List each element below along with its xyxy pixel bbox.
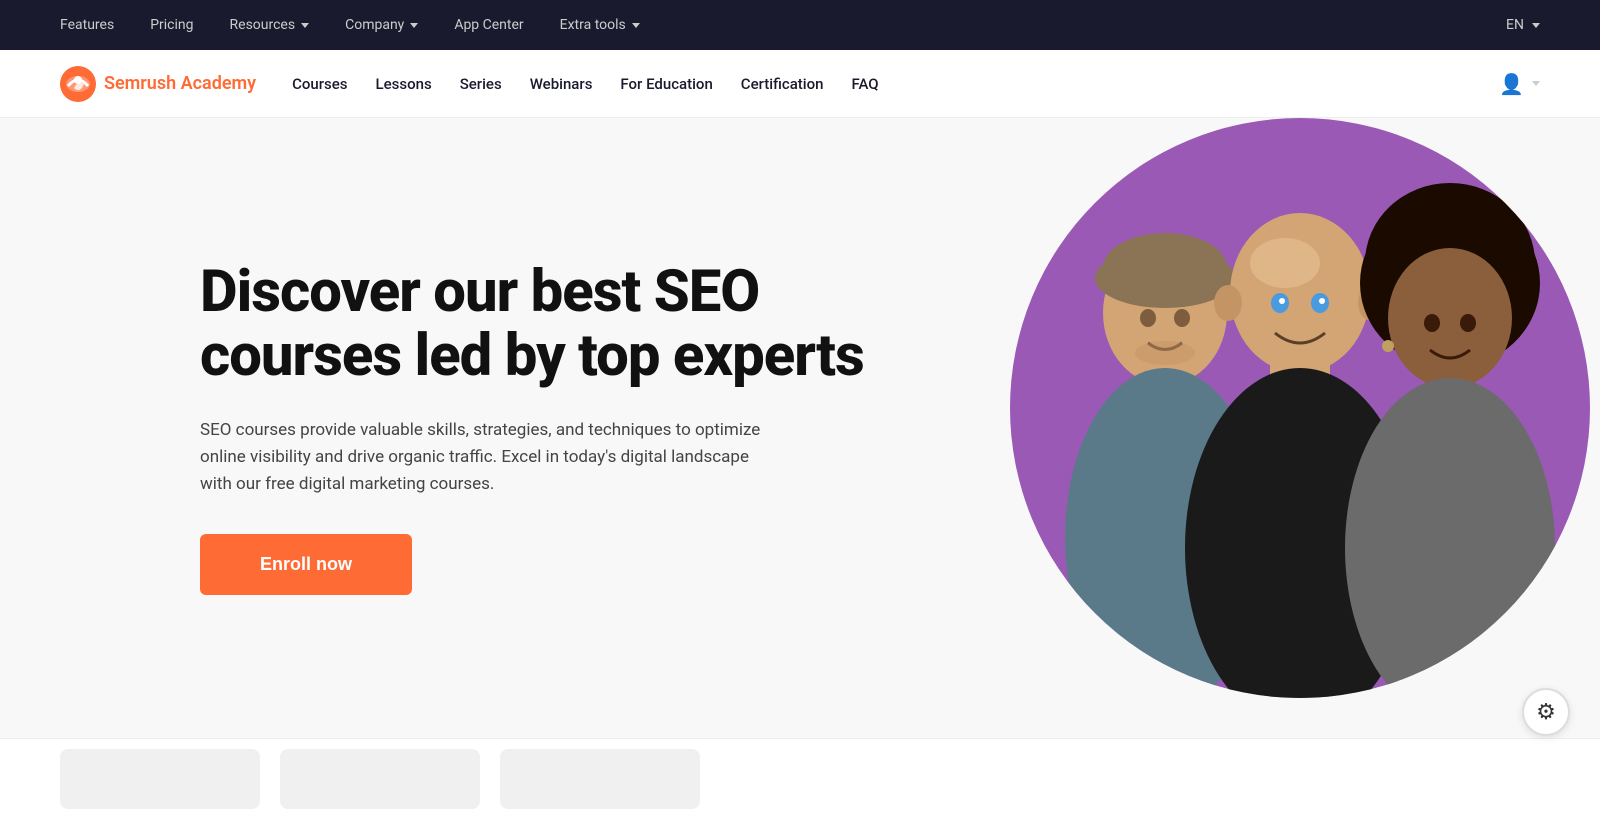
hero-title: Discover our best SEO courses led by top… [200,261,900,389]
nav-certification[interactable]: Certification [741,75,824,93]
nav-for-education[interactable]: For Education [620,75,712,93]
chevron-down-icon [632,23,640,28]
topnav-resources[interactable]: Resources [230,17,310,33]
user-account-button[interactable]: 👤 [1499,72,1540,96]
main-nav-left: Semrush Academy Courses Lessons Series W… [60,66,879,102]
gear-icon: ⚙ [1536,700,1556,725]
academy-nav-links: Courses Lessons Series Webinars For Educ… [292,75,879,93]
user-icon: 👤 [1499,72,1524,96]
hero-section: Discover our best SEO courses led by top… [0,118,1600,738]
topnav-extra-tools[interactable]: Extra tools [560,17,640,33]
people-illustration [1010,118,1590,698]
chevron-down-icon [410,23,418,28]
topnav-app-center[interactable]: App Center [454,17,523,33]
nav-courses[interactable]: Courses [292,75,347,93]
topnav-company[interactable]: Company [345,17,418,33]
chevron-down-icon [1532,23,1540,28]
cards-section [0,738,1600,818]
hero-image [1010,118,1600,738]
top-nav-links: Features Pricing Resources Company App C… [60,17,640,33]
hero-description: SEO courses provide valuable skills, str… [200,417,780,499]
language-selector[interactable]: EN [1506,17,1540,33]
nav-lessons[interactable]: Lessons [376,75,432,93]
topnav-features[interactable]: Features [60,17,114,33]
enroll-now-button[interactable]: Enroll now [200,534,412,595]
top-navigation-bar: Features Pricing Resources Company App C… [0,0,1600,50]
topnav-pricing[interactable]: Pricing [150,17,193,33]
logo-text: Semrush Academy [104,73,256,94]
chevron-down-icon [301,23,309,28]
chevron-down-icon [1532,81,1540,86]
hero-content: Discover our best SEO courses led by top… [200,261,900,595]
nav-webinars[interactable]: Webinars [530,75,593,93]
nav-series[interactable]: Series [460,75,502,93]
nav-faq[interactable]: FAQ [851,75,878,93]
card-item [60,749,260,809]
card-item [500,749,700,809]
logo[interactable]: Semrush Academy [60,66,256,102]
card-item [280,749,480,809]
person-3 [1345,183,1555,698]
settings-button[interactable]: ⚙ [1522,688,1570,736]
hero-circle [1010,118,1590,698]
semrush-logo-icon [60,66,96,102]
main-navigation: Semrush Academy Courses Lessons Series W… [0,50,1600,118]
